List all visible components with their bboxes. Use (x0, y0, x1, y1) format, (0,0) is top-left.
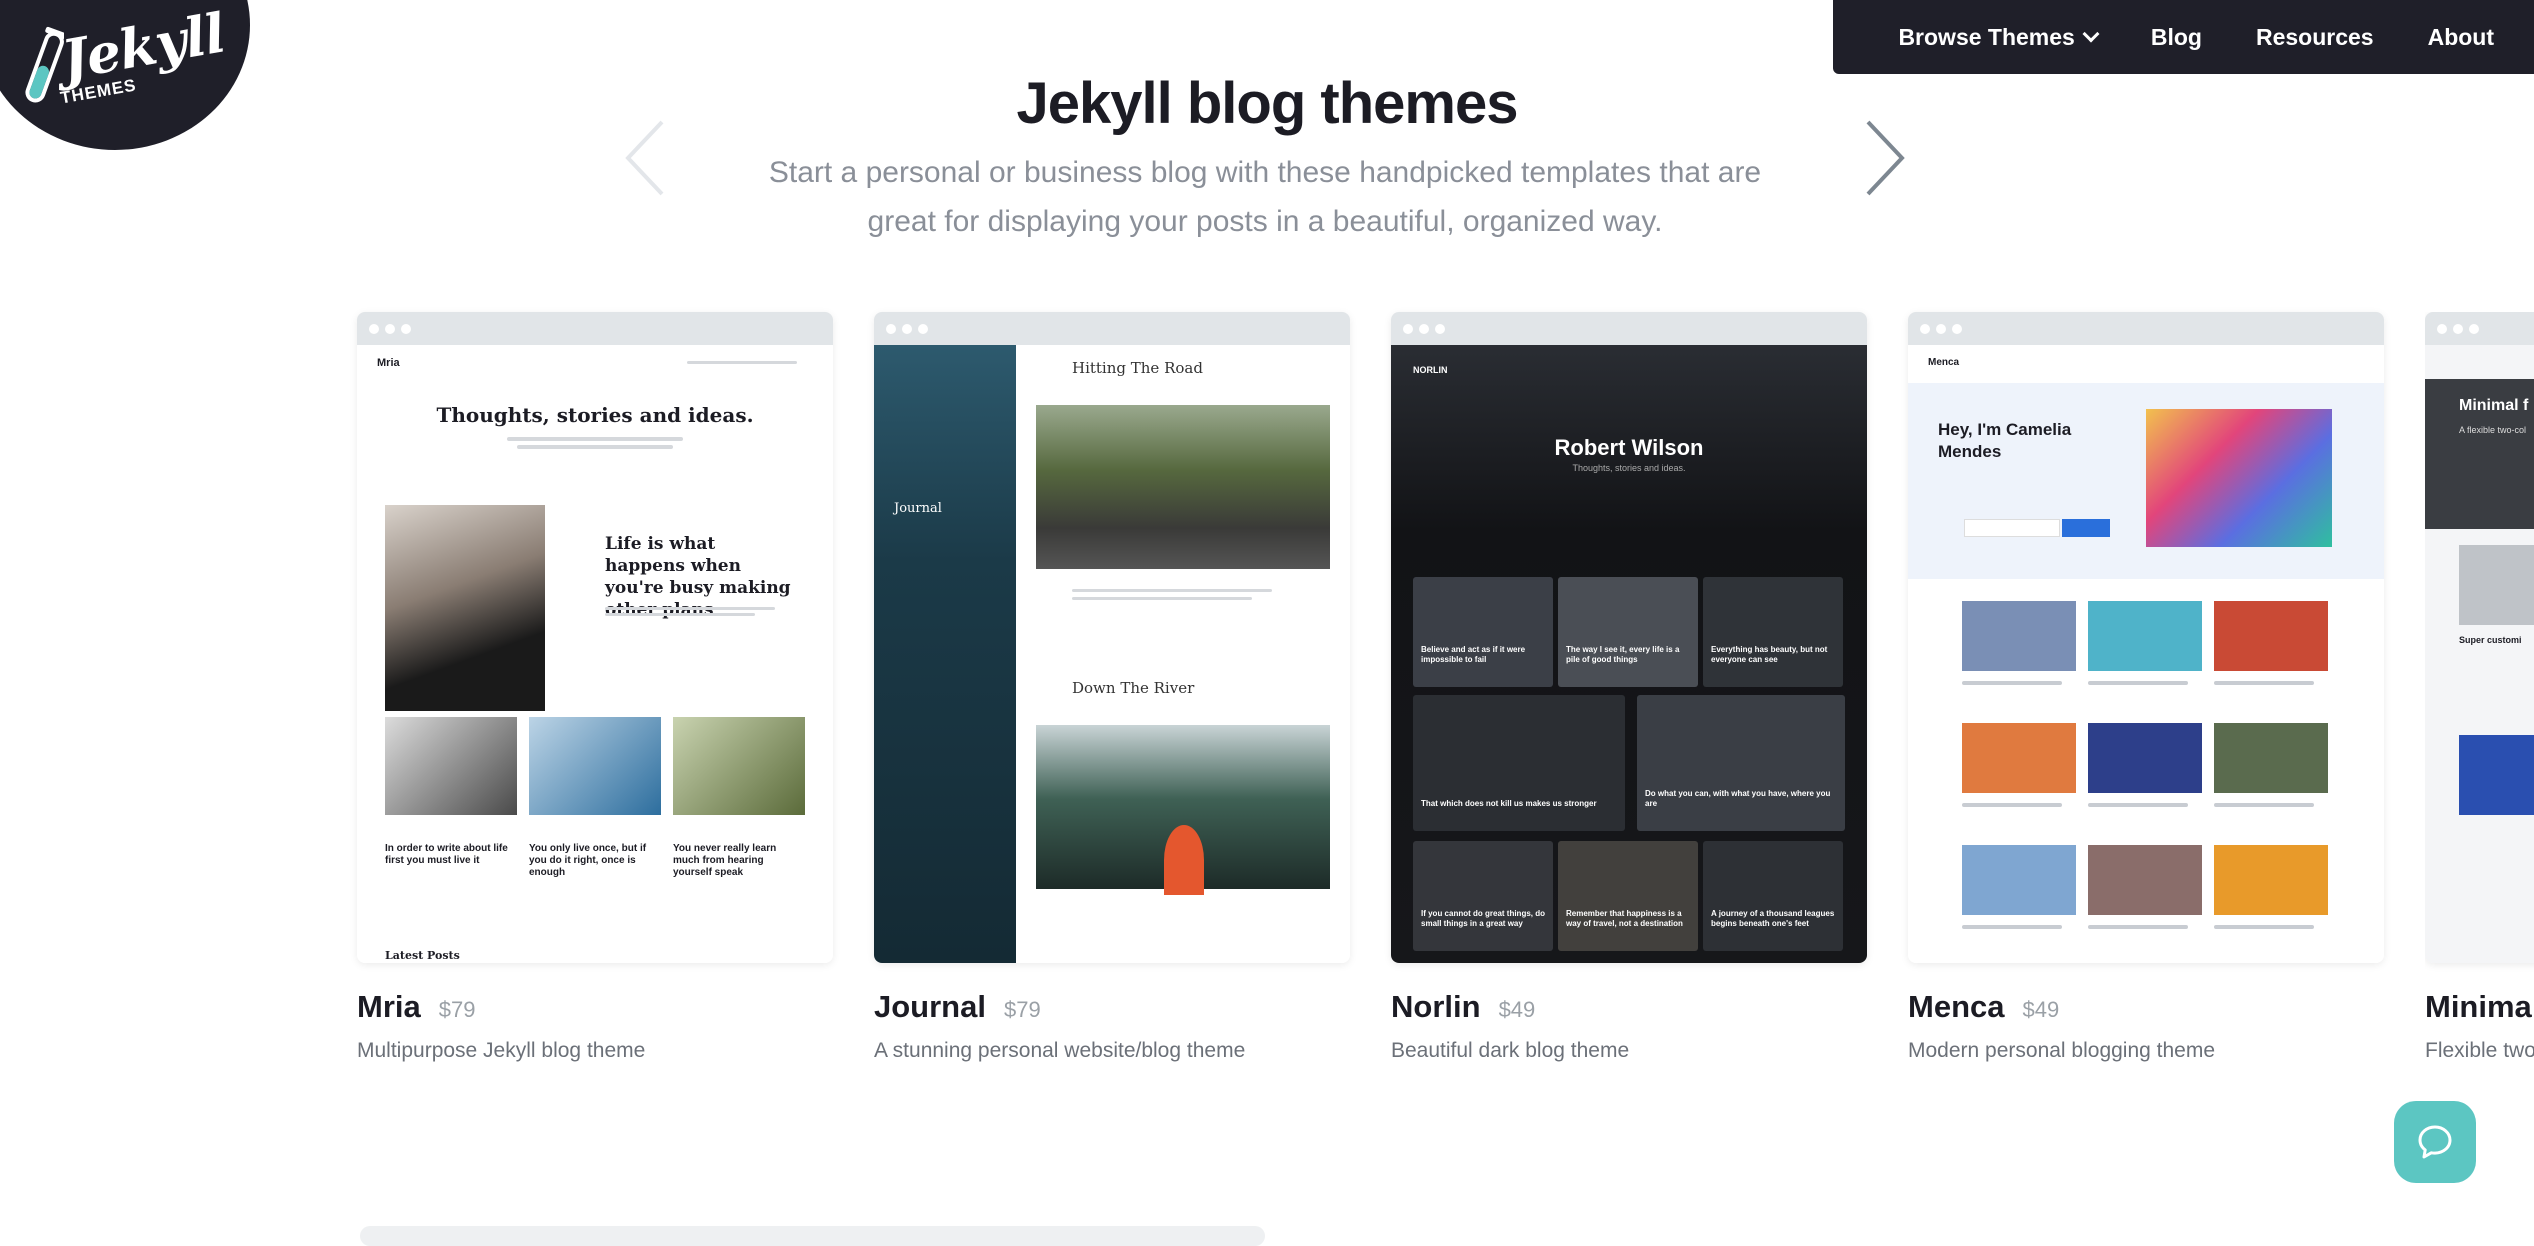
theme-name[interactable]: Menca (1908, 989, 2004, 1025)
browser-bar (1908, 312, 2384, 345)
preview-caption-line (1962, 803, 2062, 807)
preview-caption-line (1962, 925, 2062, 929)
theme-name[interactable]: Minima (2425, 989, 2532, 1025)
theme-price: $79 (438, 997, 476, 1022)
preview-photo (2214, 845, 2328, 915)
preview-caption-line (2088, 803, 2188, 807)
theme-name[interactable]: Journal (874, 989, 986, 1025)
nav-label: Browse Themes (1898, 23, 2075, 50)
help-chat-button[interactable] (2394, 1101, 2476, 1183)
theme-description: Modern personal blogging theme (1908, 1039, 2216, 1062)
preview-caption-line (2088, 681, 2188, 685)
preview-photo (2088, 723, 2202, 793)
preview-caption-line (2214, 803, 2314, 807)
theme-price: $49 (1498, 997, 1536, 1022)
page-subtitle: Start a personal or business blog with t… (768, 156, 1762, 238)
browser-bar (1391, 312, 1867, 345)
preview-caption-line (1962, 681, 2062, 685)
theme-preview[interactable]: Journal Hitting The Road Down The River (874, 312, 1350, 963)
preview-post-title: Remember that happiness is a way of trav… (1566, 909, 1683, 928)
carousel-prev-button[interactable] (620, 118, 670, 198)
preview-photo (2088, 601, 2202, 671)
theme-preview[interactable]: Minimal f A flexible two-col Super custo… (2425, 312, 2534, 963)
preview-post-title: A journey of a thousand leagues begins b… (1711, 909, 1835, 928)
preview-post-title: That which does not kill us makes us str… (1421, 799, 1597, 808)
preview-photo (2088, 845, 2202, 915)
theme-card-norlin[interactable]: NORLIN Robert Wilson Thoughts, stories a… (1391, 312, 1867, 1063)
chevron-left-icon (625, 120, 664, 196)
browser-bar (874, 312, 1350, 345)
top-nav: Browse Themes Blog Resources About (1833, 0, 2534, 74)
nav-about[interactable]: About (2428, 24, 2494, 51)
theme-description: A stunning personal website/blog theme (874, 1039, 1246, 1062)
browser-bar (357, 312, 833, 345)
browser-bar (2425, 312, 2534, 345)
preview-photo (2214, 601, 2328, 671)
preview-photo (1962, 845, 2076, 915)
preview-post-tile: A journey of a thousand leagues begins b… (1703, 841, 1843, 951)
preview-post-title: Believe and act as if it were impossible… (1421, 645, 1526, 664)
preview-caption-line (2214, 681, 2314, 685)
preview-post-tile: Believe and act as if it were impossible… (1413, 577, 1553, 687)
theme-card-mria[interactable]: Mria Thoughts, stories and ideas. Life i… (357, 312, 833, 1063)
theme-card-minima[interactable]: Minimal f A flexible two-col Super custo… (2425, 312, 2534, 1063)
theme-description: Flexible two (2425, 1039, 2534, 1062)
preview-photo (1962, 601, 2076, 671)
nav-resources[interactable]: Resources (2256, 24, 2374, 51)
page-title: Jekyll blog themes (1016, 71, 1519, 136)
preview-post-tile: Remember that happiness is a way of trav… (1558, 841, 1698, 951)
preview-post-title: If you cannot do great things, do small … (1421, 909, 1545, 928)
theme-description: Beautiful dark blog theme (1391, 1039, 1630, 1062)
theme-name[interactable]: Norlin (1391, 989, 1481, 1025)
preview-caption-line (2214, 925, 2314, 929)
preview-post-title: The way I see it, every life is a pile o… (1566, 645, 1680, 664)
theme-name[interactable]: Mria (357, 989, 421, 1025)
theme-preview[interactable]: NORLIN Robert Wilson Thoughts, stories a… (1391, 312, 1867, 963)
preview-post-tile: Everything has beauty, but not everyone … (1703, 577, 1843, 687)
preview-post-title: Everything has beauty, but not everyone … (1711, 645, 1828, 664)
theme-price: $79 (1003, 997, 1041, 1022)
preview-caption-line (2088, 925, 2188, 929)
theme-card-journal[interactable]: Journal Hitting The Road Down The River … (874, 312, 1350, 1063)
preview-post-tile: If you cannot do great things, do small … (1413, 841, 1553, 951)
theme-card-menca[interactable]: Menca Hey, I'm Camelia Mendes Menca $49 … (1908, 312, 2384, 1063)
nav-browse-themes[interactable]: Browse Themes (1898, 23, 2100, 51)
preview-post-tile: Do what you can, with what you have, whe… (1637, 695, 1845, 831)
theme-description: Multipurpose Jekyll blog theme (357, 1039, 646, 1062)
chevron-down-icon (2082, 25, 2100, 43)
carousel-next-button[interactable] (1860, 118, 1910, 198)
theme-price: $49 (2022, 997, 2060, 1022)
chat-bubble-icon (2418, 1125, 2452, 1159)
preview-post-title: Do what you can, with what you have, whe… (1645, 789, 1831, 808)
chevron-right-icon (1866, 120, 1905, 196)
theme-preview[interactable]: Mria Thoughts, stories and ideas. Life i… (357, 312, 833, 963)
preview-photo (2214, 723, 2328, 793)
next-section-edge (360, 1226, 1265, 1246)
preview-photo (1962, 723, 2076, 793)
preview-post-tile: The way I see it, every life is a pile o… (1558, 577, 1698, 687)
nav-blog[interactable]: Blog (2151, 24, 2202, 51)
theme-preview[interactable]: Menca Hey, I'm Camelia Mendes (1908, 312, 2384, 963)
preview-post-tile: That which does not kill us makes us str… (1413, 695, 1625, 831)
